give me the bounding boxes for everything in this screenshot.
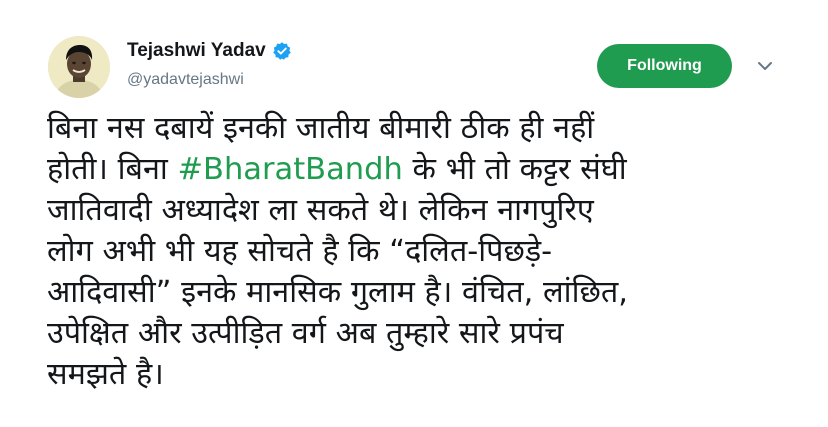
tweet-text: बिना नस दबायें इनकी जातीय बीमारी ठीक ही … [47, 108, 782, 395]
author-handle[interactable]: @yadavtejashwi [127, 71, 244, 89]
chevron-down-icon[interactable] [755, 56, 775, 76]
tweet-line: समझते है। [47, 357, 164, 392]
tweet-line-segment: के भी तो कट्टर संघी [402, 152, 627, 187]
author-name-row: Tejashwi Yadav [127, 40, 292, 62]
avatar-image [48, 36, 110, 98]
tweet-line: लोग अभी भी यह सोचते है कि “दलित-पिछड़े- [47, 234, 553, 269]
tweet-line: बिना नस दबायें इनकी जातीय बीमारी ठीक ही … [47, 111, 595, 146]
following-button[interactable]: Following [597, 44, 732, 88]
avatar[interactable] [48, 36, 110, 98]
tweet-line-segment: होती। बिना [47, 152, 178, 187]
tweet-card: Tejashwi Yadav @yadavtejashwi Following … [0, 0, 828, 427]
tweet-line: जातिवादी अध्यादेश ला सकते थे। लेकिन नागप… [47, 193, 594, 228]
verified-badge-icon [272, 42, 291, 60]
hashtag-link[interactable]: #BharatBandh [177, 152, 402, 187]
author-display-name[interactable]: Tejashwi Yadav [127, 40, 266, 62]
tweet-line: उपेक्षित और उत्पीड़ित वर्ग अब तुम्हारे स… [47, 316, 564, 351]
tweet-line: होती। बिना #BharatBandh के भी तो कट्टर स… [47, 149, 782, 190]
tweet-line: आदिवासी” इनके मानसिक गुलाम है। वंचित, ला… [47, 275, 628, 310]
